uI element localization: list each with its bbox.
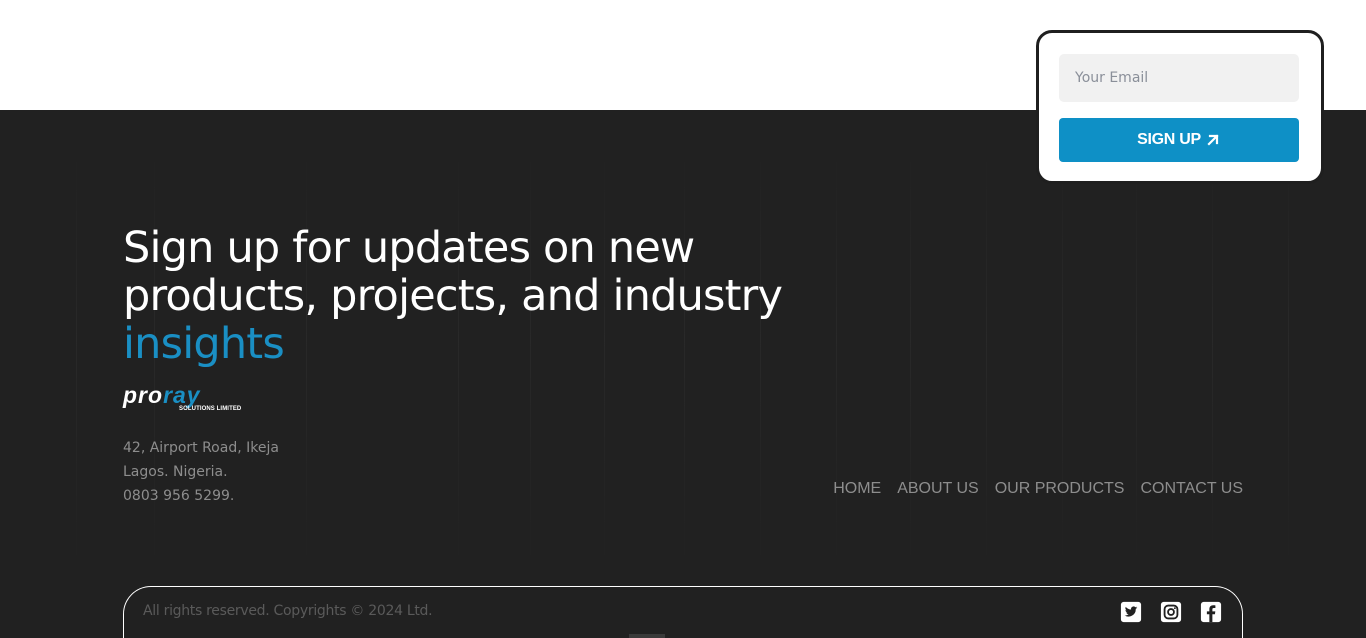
nav-home[interactable]: HOME [833,480,881,498]
social-links [1120,601,1222,623]
footer-section [0,110,1366,638]
newsletter-headline: Sign up for updates on new products, pro… [123,224,883,368]
arrow-up-right-icon [1207,134,1219,146]
footer-nav: HOME ABOUT US OUR PRODUCTS CONTACT US [833,480,1243,498]
facebook-icon[interactable] [1200,601,1222,623]
address-line-1: 42, Airport Road, Ikeja [123,440,279,456]
logo-subtitle: SOLUTIONS LIMITED [179,406,242,412]
nav-about-us[interactable]: ABOUT US [897,480,979,498]
twitter-icon[interactable] [1120,601,1142,623]
logo-pro: pro [123,382,164,408]
headline-accent: insights [123,319,285,369]
headline-line-2: products, projects, and industry [123,271,783,321]
company-address: 42, Airport Road, Ikeja Lagos. Nigeria. … [123,436,279,508]
instagram-icon[interactable] [1160,601,1182,623]
sign-up-button[interactable]: SIGN UP [1059,118,1299,162]
phone-number: 0803 956 5299. [123,488,235,504]
nav-our-products[interactable]: OUR PRODUCTS [995,480,1125,498]
headline-line-1: Sign up for updates on new [123,223,695,273]
sign-up-label: SIGN UP [1137,131,1201,148]
notch-curve-right [1324,90,1366,110]
nav-contact-us[interactable]: CONTACT US [1140,480,1243,498]
background-stripes [0,110,1366,638]
scroll-indicator [629,634,665,638]
proray-logo[interactable]: proray SOLUTIONS LIMITED [123,384,245,416]
address-line-2: Lagos. Nigeria. [123,464,228,480]
newsletter-card: SIGN UP [1036,30,1324,184]
notch-curve-left [996,90,1036,110]
email-input[interactable] [1059,54,1299,102]
copyright-text: All rights reserved. Copyrights © 2024 L… [143,603,433,619]
logo-ray: ray [163,382,201,408]
